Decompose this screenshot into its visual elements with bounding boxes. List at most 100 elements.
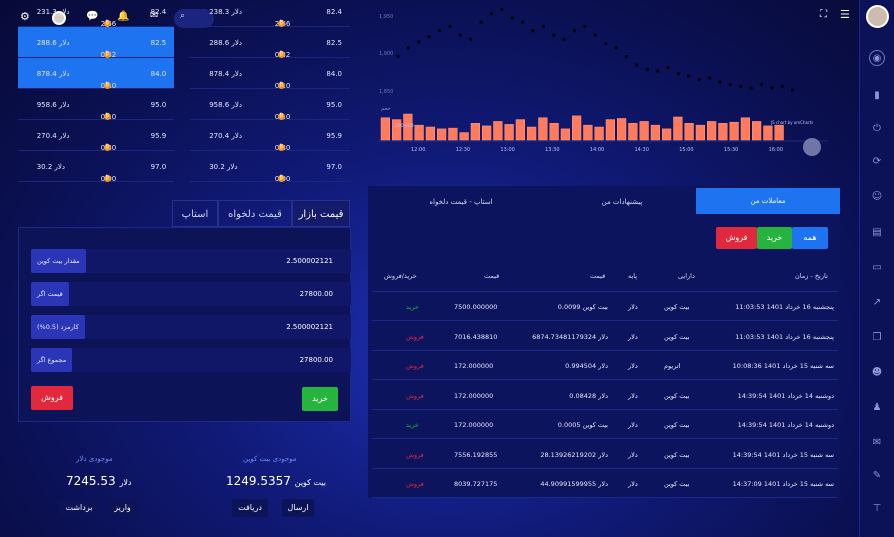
cell-side: فروش xyxy=(406,332,424,341)
x-tick-label: 13:30 xyxy=(545,147,559,153)
expand-icon[interactable]: ⛶ xyxy=(820,9,827,20)
row-total: 238.3 دلار xyxy=(209,8,242,16)
trend-icon[interactable]: ↗ xyxy=(869,295,885,311)
price-point xyxy=(770,86,774,90)
settings-icon[interactable]: ⊤ xyxy=(869,501,885,517)
volume-tick-label: 200,000 xyxy=(395,123,414,129)
price-point xyxy=(780,84,784,89)
orderbook-row[interactable]: 238.3 دلار 2.66₿ 82.4 xyxy=(190,0,350,28)
filter-sell[interactable]: فروش xyxy=(716,227,757,249)
row-price: 82.5 xyxy=(150,39,167,47)
tab-my-offers[interactable]: پیشنهادات من xyxy=(550,190,694,214)
price-point xyxy=(739,84,743,89)
filter-all[interactable]: همه xyxy=(792,227,828,249)
price-point xyxy=(417,40,421,44)
orderbook-row[interactable]: 878.4 دلار 0.10₿ 84.0 xyxy=(18,58,174,90)
users-icon[interactable]: ♟ xyxy=(869,400,885,416)
mail-icon[interactable]: ✉ xyxy=(869,435,885,451)
total-field[interactable]: مجموع اگر 27800.00 xyxy=(31,348,351,372)
volume-bar xyxy=(673,116,683,141)
cell-base: دلار xyxy=(628,332,638,341)
orderbook-row[interactable]: 30.2 دلار 0.00₿ 97.0 xyxy=(190,151,350,183)
send-button[interactable]: ارسال xyxy=(282,499,314,517)
table-row[interactable]: سه شنبه 15 خرداد 1401 14:37:09 بیت کوین … xyxy=(372,469,838,498)
th-price: قیمت xyxy=(590,272,606,280)
cell-date: پنجشنبه 16 خرداد 1401 11:03:53 xyxy=(735,332,834,341)
table-row[interactable]: پنجشنبه 16 خرداد 1401 11:03:53 بیت کوین … xyxy=(372,292,838,321)
volume-bar xyxy=(617,118,627,141)
buy-button[interactable]: خرید xyxy=(302,387,338,411)
price-point xyxy=(469,37,473,41)
news-icon[interactable]: ▤ xyxy=(869,225,885,241)
orderbook-row[interactable]: 231.3 دلار 2.66₿ 82.4 xyxy=(18,0,174,28)
menu-icon[interactable]: ☰ xyxy=(840,8,850,21)
table-row[interactable]: سه شنبه 15 خرداد 1401 14:39:54 بیت کوین … xyxy=(372,440,838,469)
chart-bar-icon[interactable]: ▮ xyxy=(869,88,885,104)
row-total: 270.4 دلار xyxy=(36,132,70,140)
price-point xyxy=(489,11,494,16)
deposit-button[interactable]: واریز xyxy=(108,499,137,517)
orderbook-row[interactable]: 878.4 دلار 0.10₿ 84.0 xyxy=(190,58,350,90)
dollar-amount: 7245.53 xyxy=(66,474,116,488)
orderbook-row[interactable]: 288.6 دلار 0.32₿ 82.5 xyxy=(190,27,350,59)
table-row[interactable]: پنجشنبه 16 خرداد 1401 11:03:53 بیت کوین … xyxy=(372,322,838,351)
filter-buy[interactable]: خرید xyxy=(757,227,792,249)
volume-bar xyxy=(572,115,582,141)
receive-button[interactable]: دریافت xyxy=(232,499,268,517)
price-field[interactable]: قیمت اگر 27800.00 xyxy=(31,282,351,306)
cell-asset: بیت کوین xyxy=(664,391,690,400)
orderbook-row[interactable]: 958.6 دلار 0.10₿ 95.0 xyxy=(190,89,350,121)
eye-icon[interactable]: ◉ xyxy=(869,50,885,66)
price-point xyxy=(687,74,691,78)
profile-icon[interactable]: ☻ xyxy=(869,365,885,381)
th-asset: دارایی xyxy=(678,272,695,280)
price-point xyxy=(749,86,753,90)
refresh-icon[interactable]: ⟳ xyxy=(869,154,885,170)
user-icon[interactable]: ☺ xyxy=(869,189,885,205)
cell-base: دلار xyxy=(628,303,638,311)
fee-field[interactable]: کارمزد (0.5%) 2.500002121 xyxy=(31,315,351,339)
sell-button[interactable]: فروش xyxy=(31,386,73,410)
orderbook-row[interactable]: 270.4 دلار 0.30₿ 95.9 xyxy=(18,120,174,152)
x-tick-label: 12:00 xyxy=(411,147,425,153)
tab-stop-limit[interactable]: استاپ - قیمت دلخواه xyxy=(372,190,550,214)
withdraw-button[interactable]: برداشت xyxy=(59,499,99,517)
tab-market-price[interactable]: قیمت بازار xyxy=(292,200,350,227)
price-point xyxy=(759,83,764,87)
table-row[interactable]: دوشنبه 14 خرداد 1401 14:39:54 بیت کوین د… xyxy=(372,410,838,439)
volume-bar xyxy=(639,121,649,141)
copy-icon[interactable]: ❐ xyxy=(869,330,885,346)
cell-side: فروش xyxy=(406,362,424,370)
table-row[interactable]: دوشنبه 14 خرداد 1401 14:39:54 بیت کوین د… xyxy=(372,381,838,410)
row-price: 95.0 xyxy=(150,101,167,109)
price-point xyxy=(396,54,400,59)
bitcoin-icon: ₿ xyxy=(103,82,111,89)
tab-limit-price[interactable]: قیمت دلخواه xyxy=(218,200,292,227)
wallet-icon[interactable]: ▭ xyxy=(869,260,885,276)
volume-bar xyxy=(448,127,458,141)
x-tick-label: 13:00 xyxy=(500,147,514,153)
cell-asset: بیت کوین xyxy=(664,450,690,459)
table-row[interactable]: سه شنبه 15 خرداد 1401 10:08:36 اتریوم دل… xyxy=(372,351,838,380)
bitcoin-icon: ₿ xyxy=(277,144,285,151)
orderbook-row[interactable]: 958.6 دلار 0.10₿ 95.0 xyxy=(18,89,174,121)
btc-wallet-amount: بیت کوین 1249.5357 xyxy=(226,474,326,488)
th-base: پایه xyxy=(628,272,638,280)
volume-bar xyxy=(482,125,492,141)
row-total: 270.4 دلار xyxy=(209,132,242,140)
price-point xyxy=(500,7,504,11)
volume-bar xyxy=(437,128,447,141)
orderbook-row[interactable]: 30.2 دلار 0.00₿ 97.0 xyxy=(18,151,174,183)
tab-stop[interactable]: استاپ xyxy=(172,200,218,227)
btc-amount-field[interactable]: مقدار بیت کوین 2.500002121 xyxy=(31,249,351,273)
orderbook-row[interactable]: 288.6 دلار 0.32₿ 82.5 xyxy=(18,27,174,59)
field-value: 27800.00 xyxy=(299,356,333,364)
x-tick-label: 15:30 xyxy=(724,147,738,153)
power-icon[interactable]: ⏻ xyxy=(869,121,885,137)
orderbook-row[interactable]: 270.4 دلار 0.30₿ 95.9 xyxy=(190,120,350,152)
x-tick-label: 12:30 xyxy=(456,147,470,153)
edit-icon[interactable]: ✎ xyxy=(869,468,885,484)
cell-side: خرید xyxy=(406,303,419,311)
tab-my-trades[interactable]: معاملات من xyxy=(696,188,840,214)
avatar[interactable] xyxy=(866,5,889,28)
